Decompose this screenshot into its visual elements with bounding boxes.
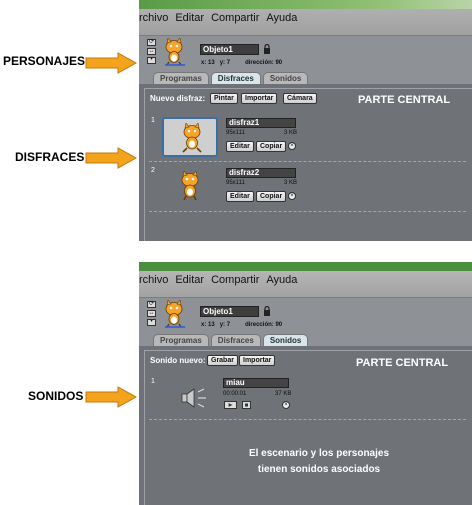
cat-sprite-icon — [165, 300, 185, 328]
separator — [149, 161, 466, 162]
new-sound-label: Sonido nuevo: — [150, 356, 206, 365]
costume-dimensions: 95x111 — [226, 130, 245, 136]
label-sonidos: SONIDOS — [28, 389, 84, 403]
sound-number: 1 — [151, 378, 155, 385]
central-label: PARTE CENTRAL — [356, 357, 449, 369]
rotation-style-buttons: ⟳ ↔ • — [147, 301, 156, 328]
title-strip — [139, 262, 472, 271]
lock-icon[interactable] — [263, 44, 271, 54]
costume-name-field[interactable]: disfraz1 — [226, 118, 296, 128]
edit-costume-button[interactable]: Editar — [226, 191, 254, 202]
sprite-info-area: ⟳ ↔ • Objeto1 x: 13 y: 7 dirección: 90 P… — [139, 298, 472, 346]
menu-compartir[interactable]: Compartir — [211, 12, 259, 24]
copy-costume-button[interactable]: Copiar — [256, 141, 287, 152]
tab-sonidos[interactable]: Sonidos — [262, 72, 309, 84]
menu-ayuda[interactable]: Ayuda — [266, 12, 297, 24]
import-button[interactable]: Importar — [239, 355, 276, 366]
paint-button[interactable]: Pintar — [210, 93, 238, 104]
stop-sound-icon[interactable] — [242, 401, 251, 409]
label-disfraces: DISFRACES — [15, 150, 85, 164]
costume-dimensions: 95x111 — [226, 180, 245, 186]
scratch-window-costumes: rchivo Editar Compartir Ayuda ⟳ ↔ • Obje… — [139, 0, 472, 241]
record-button[interactable]: Grabar — [207, 355, 238, 366]
rotate-all-icon[interactable]: ⟳ — [147, 39, 156, 46]
copy-costume-button[interactable]: Copiar — [256, 191, 287, 202]
sprite-name-field[interactable]: Objeto1 — [200, 306, 259, 317]
no-rotate-icon[interactable]: • — [147, 57, 156, 64]
import-button[interactable]: Importar — [241, 93, 278, 104]
costumes-pane: Nuevo disfraz: Pintar Importar Cámara PA… — [144, 88, 472, 241]
sound-size: 37 KB — [275, 391, 292, 397]
menu-archivo[interactable]: rchivo — [139, 12, 168, 24]
sprite-info-area: ⟳ ↔ • Objeto1 x: 13 y: 7 dirección: 90 P… — [139, 36, 472, 84]
cat-costume-icon — [181, 171, 199, 201]
menu-editar[interactable]: Editar — [175, 274, 204, 286]
separator — [149, 211, 466, 212]
costume-number: 2 — [151, 167, 155, 174]
central-label: PARTE CENTRAL — [358, 94, 451, 106]
tab-programas[interactable]: Programas — [153, 334, 209, 346]
tab-disfraces[interactable]: Disfraces — [210, 72, 261, 84]
costume-size: 3 KB — [284, 130, 298, 136]
arrow-personajes-icon — [85, 52, 137, 74]
menu-compartir[interactable]: Compartir — [211, 274, 259, 286]
note-line-2: tienen sonidos asociados — [257, 464, 381, 475]
menu-bar: rchivo Editar Compartir Ayuda — [139, 0, 472, 36]
tab-programas[interactable]: Programas — [153, 72, 209, 84]
edit-costume-button[interactable]: Editar — [226, 141, 254, 152]
new-costume-label: Nuevo disfraz: — [150, 94, 206, 103]
no-rotate-icon[interactable]: • — [147, 319, 156, 326]
flip-icon[interactable]: ↔ — [147, 310, 156, 317]
sound-name-field[interactable]: miau — [223, 378, 289, 388]
sprite-name-field[interactable]: Objeto1 — [200, 44, 259, 55]
costume-thumbnail-selected[interactable] — [162, 117, 218, 157]
rotation-style-buttons: ⟳ ↔ • — [147, 39, 156, 66]
costume-number: 1 — [151, 117, 155, 124]
sound-duration: 00:00:01 — [223, 391, 247, 397]
menu: rchivo Editar Compartir Ayuda — [139, 12, 297, 24]
menu-bar: rchivo Editar Compartir Ayuda — [139, 262, 472, 298]
flip-icon[interactable]: ↔ — [147, 48, 156, 55]
sprite-coordinates: x: 13 y: 7 dirección: 90 — [201, 322, 283, 328]
sounds-pane: Sonido nuevo: Grabar Importar PARTE CENT… — [144, 350, 472, 505]
menu-ayuda[interactable]: Ayuda — [266, 274, 297, 286]
note-line-1: El escenario y los personajes — [248, 448, 390, 459]
menu: rchivo Editar Compartir Ayuda — [139, 274, 297, 286]
costume-size: 3 KB — [284, 180, 298, 186]
scratch-window-sounds: rchivo Editar Compartir Ayuda ⟳ ↔ • Obje… — [139, 262, 472, 505]
tabs: Programas Disfraces Sonidos — [153, 334, 309, 346]
costume-thumbnail[interactable] — [162, 167, 218, 207]
title-strip — [139, 0, 472, 9]
tab-sonidos[interactable]: Sonidos — [262, 334, 309, 346]
arrow-sonidos-icon — [85, 386, 137, 408]
sprite-coordinates: x: 13 y: 7 dirección: 90 — [201, 60, 283, 66]
cat-sprite-icon — [165, 38, 185, 66]
delete-costume-icon[interactable]: × — [288, 142, 296, 150]
tabs: Programas Disfraces Sonidos — [153, 72, 309, 84]
play-sound-icon[interactable] — [224, 401, 237, 409]
lock-icon[interactable] — [263, 306, 271, 316]
speaker-icon — [181, 388, 206, 408]
separator — [149, 419, 466, 420]
camera-button[interactable]: Cámara — [283, 93, 317, 104]
menu-editar[interactable]: Editar — [175, 12, 204, 24]
tab-disfraces[interactable]: Disfraces — [210, 334, 261, 346]
menu-archivo[interactable]: rchivo — [139, 274, 168, 286]
arrow-disfraces-icon — [85, 147, 137, 169]
delete-costume-icon[interactable]: × — [288, 192, 296, 200]
rotate-all-icon[interactable]: ⟳ — [147, 301, 156, 308]
cat-costume-icon — [182, 123, 202, 153]
delete-sound-icon[interactable]: × — [282, 401, 290, 409]
costume-name-field[interactable]: disfraz2 — [226, 168, 296, 178]
label-personajes: PERSONAJES — [3, 54, 86, 68]
